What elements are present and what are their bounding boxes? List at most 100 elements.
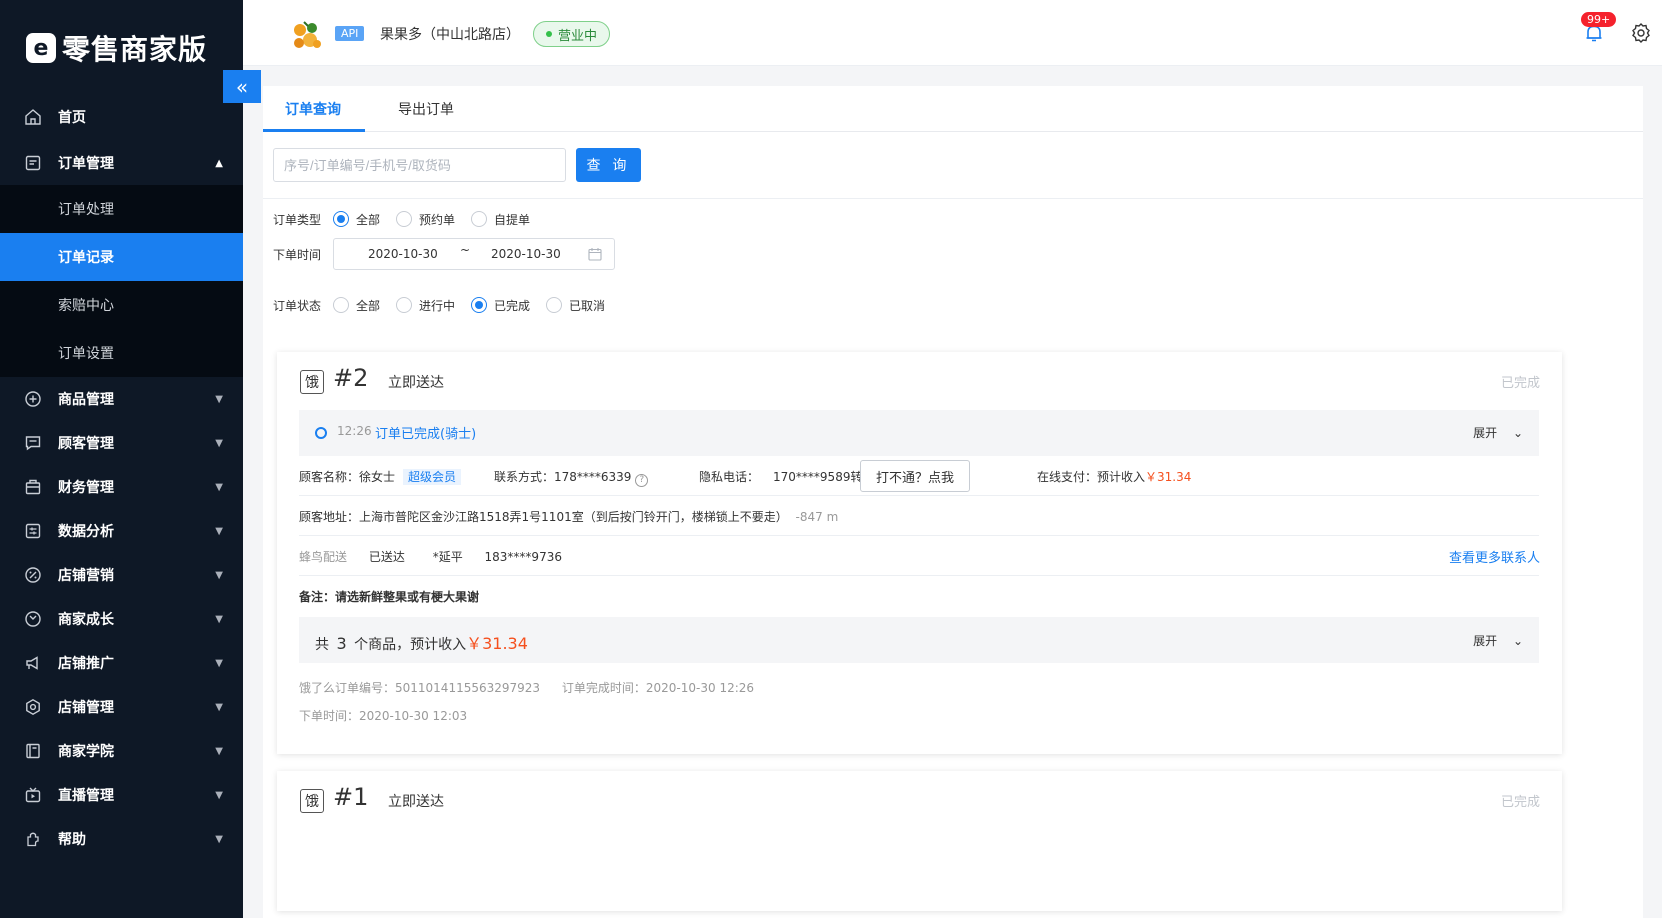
chevron-down-icon: ▼ (215, 437, 223, 449)
radio-unchecked-icon (396, 211, 413, 227)
radio-type-all[interactable]: 全部 (333, 211, 380, 228)
chevron-down-icon: ▼ (215, 613, 223, 625)
sidebar-item-label: 店铺管理 (58, 700, 114, 716)
filter-label: 下单时间 (273, 247, 322, 262)
store-name[interactable]: 果果多（中山北路店） (380, 24, 520, 44)
divider (263, 198, 1643, 199)
delivery-type: 立即送达 (388, 794, 444, 810)
order-card: 饿 #2 立即送达 已完成 12:26 订单已完成(骑士) 展开 ⌄ 顾客名称：… (277, 352, 1562, 754)
privacy-phone: 隐私电话： 170****9589转617 (699, 470, 886, 484)
radio-status-all[interactable]: 全部 (333, 297, 380, 314)
radio-status-in-progress[interactable]: 进行中 (396, 297, 455, 314)
timeline-time: 12:26 (337, 424, 372, 438)
member-tag: 超级会员 (403, 469, 462, 485)
tab-export-orders[interactable]: 导出订单 (398, 86, 454, 132)
eleme-icon: 饿 (300, 789, 324, 813)
sidebar-item-marketing[interactable]: 店铺营销 ▼ (0, 553, 243, 597)
divider (299, 575, 1539, 576)
goods-expand-button[interactable]: 展开 ⌄ (1473, 632, 1523, 649)
radio-unchecked-icon (471, 211, 488, 227)
sidebar-item-help[interactable]: 帮助 ▼ (0, 817, 243, 861)
search-button[interactable]: 查 询 (576, 148, 641, 182)
sidebar-nav: 首页 订单管理 ▲ 订单处理 订单记录 索赔中心 订单设置 商品管理 ▼ 顾客管… (0, 93, 243, 861)
call-failed-button[interactable]: 打不通？点我 (860, 460, 970, 492)
contact-phone: 联系方式：178****6339 ? (494, 468, 649, 487)
sidebar-item-claims-center[interactable]: 索赔中心 (0, 281, 243, 329)
store-status-badge[interactable]: 营业中 (533, 21, 611, 47)
sidebar-item-growth[interactable]: 商家成长 ▼ (0, 597, 243, 641)
chevron-down-icon: ▼ (215, 481, 223, 493)
eleme-icon: 饿 (300, 370, 324, 394)
chevron-down-icon: ⌄ (1512, 426, 1523, 440)
timeline-text: 订单已完成(骑士) (375, 427, 477, 442)
sidebar-item-label: 首页 (58, 110, 86, 126)
goods-summary[interactable]: 共 3 个商品，预计收入￥31.34 展开 ⌄ (299, 617, 1539, 663)
date-range-picker[interactable]: 2020-10-30 ~ 2020-10-30 (333, 238, 615, 270)
date-separator: ~ (460, 243, 471, 257)
timeline-expand-button[interactable]: 展开 ⌄ (1473, 424, 1523, 441)
order-status: 已完成 (1500, 376, 1540, 391)
app-title: 零售商家版 (62, 33, 208, 66)
timeline-dot-icon (315, 427, 327, 439)
order-records-panel: 订单查询 导出订单 查 询 订单类型 全部 预约单 自提单 下单时间 2020-… (263, 86, 1643, 918)
finance-icon (24, 478, 42, 496)
radio-type-reservation[interactable]: 预约单 (396, 211, 455, 228)
chevron-down-icon: ⌄ (1512, 634, 1523, 648)
tab-order-query[interactable]: 订单查询 (285, 86, 341, 132)
sidebar-item-live[interactable]: 直播管理 ▼ (0, 773, 243, 817)
sidebar-collapse-button[interactable]: « (223, 70, 261, 103)
active-tab-indicator (263, 129, 365, 132)
chevron-down-icon: ▼ (215, 701, 223, 713)
sidebar-item-label: 商品管理 (58, 392, 114, 408)
courier-info: 蜂鸟配送 已送达 *延平 183****9736 (299, 550, 562, 564)
sidebar-item-order-processing[interactable]: 订单处理 (0, 185, 243, 233)
radio-status-completed[interactable]: 已完成 (471, 297, 530, 314)
order-timeline[interactable]: 12:26 订单已完成(骑士) 展开 ⌄ (299, 410, 1539, 456)
sidebar-item-order-records[interactable]: 订单记录 (0, 233, 243, 281)
academy-icon (24, 742, 42, 760)
radio-type-pickup[interactable]: 自提单 (471, 211, 530, 228)
view-more-contacts-link[interactable]: 查看更多联系人 (1449, 547, 1540, 566)
calendar-icon[interactable] (588, 247, 602, 264)
order-submenu: 订单处理 订单记录 索赔中心 订单设置 (0, 185, 243, 377)
search-input[interactable] (273, 148, 566, 182)
api-tag: API (335, 26, 365, 41)
help-circle-icon[interactable]: ? (635, 474, 649, 487)
home-icon (24, 108, 42, 126)
date-end[interactable]: 2020-10-30 (491, 247, 561, 261)
app-logo[interactable]: e 零售商家版 (26, 28, 207, 68)
order-time: 下单时间：2020-10-30 12:03 (299, 709, 468, 723)
store-avatar[interactable] (290, 18, 324, 52)
sidebar-item-home[interactable]: 首页 (0, 93, 243, 141)
filter-label: 订单状态 (273, 298, 322, 313)
sidebar-item-label: 顾客管理 (58, 436, 114, 452)
sidebar-item-label: 数据分析 (58, 524, 114, 540)
growth-icon (24, 610, 42, 628)
order-note: 备注：请选新鲜整果或有梗大果谢 (299, 590, 480, 604)
radio-status-cancelled[interactable]: 已取消 (546, 297, 605, 314)
main-content: 订单查询 导出订单 查 询 订单类型 全部 预约单 自提单 下单时间 2020-… (243, 66, 1662, 918)
sidebar-item-goods[interactable]: 商品管理 ▼ (0, 377, 243, 421)
gear-icon[interactable] (1630, 22, 1652, 44)
sidebar-item-customers[interactable]: 顾客管理 ▼ (0, 421, 243, 465)
goods-summary-text: 共 3 个商品，预计收入￥31.34 (315, 634, 528, 653)
sidebar-item-order-settings[interactable]: 订单设置 (0, 329, 243, 377)
live-icon (24, 786, 42, 804)
marketing-icon (24, 566, 42, 584)
sidebar: e 零售商家版 首页 订单管理 ▲ 订单处理 订单记录 索赔中心 订单设置 商品… (0, 0, 243, 918)
chevron-down-icon: ▼ (215, 789, 223, 801)
store-settings-icon (24, 698, 42, 716)
sidebar-item-finance[interactable]: 财务管理 ▼ (0, 465, 243, 509)
notification-badge: 99+ (1581, 12, 1617, 27)
chevron-down-icon: ▼ (215, 525, 223, 537)
sidebar-item-orders[interactable]: 订单管理 ▲ (0, 141, 243, 185)
sidebar-item-promotion[interactable]: 店铺推广 ▼ (0, 641, 243, 685)
sidebar-item-analytics[interactable]: 数据分析 ▼ (0, 509, 243, 553)
online-payment: 在线支付：预计收入￥31.34 (1037, 470, 1192, 484)
date-start[interactable]: 2020-10-30 (368, 247, 438, 261)
sidebar-item-academy[interactable]: 商家学院 ▼ (0, 729, 243, 773)
double-chevron-left-icon: « (235, 74, 249, 99)
order-status-filter: 订单状态 全部 进行中 已完成 已取消 (273, 289, 621, 321)
order-number: #1 (333, 783, 369, 811)
sidebar-item-store-settings[interactable]: 店铺管理 ▼ (0, 685, 243, 729)
